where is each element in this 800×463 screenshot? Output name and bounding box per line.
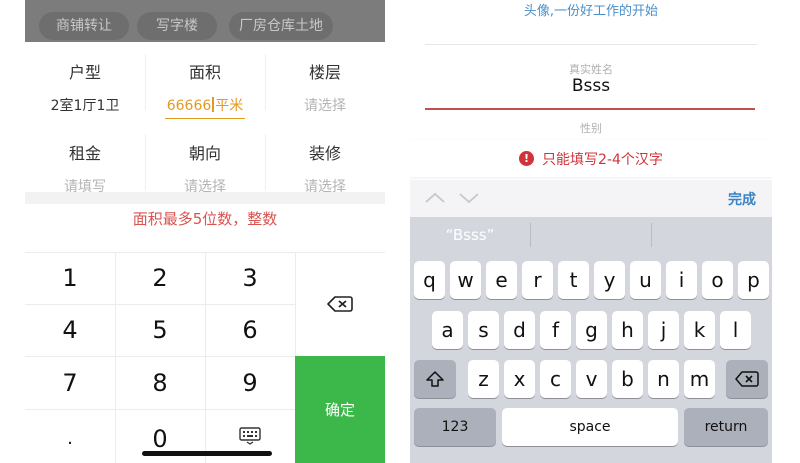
field-label: 装修: [308, 144, 341, 163]
home-indicator: [142, 451, 272, 456]
suggestion-item-empty[interactable]: [531, 217, 651, 253]
key-q[interactable]: q: [414, 261, 445, 299]
key-c[interactable]: c: [540, 360, 571, 398]
key-t[interactable]: t: [558, 261, 589, 299]
field-decoration[interactable]: 装修 请选择: [265, 140, 385, 196]
name-input[interactable]: Bsss: [410, 76, 772, 96]
right-phone-screen: 头像,一份好工作的开始 真实姓名 Bsss 性别 ! 只能填写2-4个汉字 完成…: [410, 0, 772, 463]
field-floor[interactable]: 楼层 请选择: [265, 59, 385, 115]
key-i[interactable]: i: [666, 261, 697, 299]
field-orientation[interactable]: 朝向 请选择: [145, 140, 265, 196]
avatar-hint-text: 头像,一份好工作的开始: [523, 4, 659, 19]
text-caret: [212, 97, 215, 112]
field-value: 2室1厅1卫: [50, 98, 120, 114]
area-error-message: 面积最多5位数，整数: [132, 210, 278, 228]
key-7[interactable]: 7: [25, 356, 115, 409]
area-input-value: 66666: [166, 98, 212, 114]
done-button[interactable]: 完成: [728, 189, 756, 209]
key-z[interactable]: z: [468, 360, 499, 398]
field-area[interactable]: 面积 66666 平米: [145, 59, 265, 119]
name-error-toast: ! 只能填写2-4个汉字: [410, 140, 772, 177]
key-j[interactable]: j: [648, 311, 679, 349]
field-label: 户型: [68, 63, 101, 82]
delete-key[interactable]: [726, 360, 768, 398]
key-f[interactable]: f: [540, 311, 571, 349]
divider: [425, 44, 757, 45]
area-unit: 平米: [215, 98, 244, 114]
error-icon: !: [519, 151, 535, 166]
delete-icon: [735, 371, 759, 387]
name-input-error-underline: [425, 108, 755, 110]
key-a[interactable]: a: [432, 311, 463, 349]
key-u[interactable]: u: [630, 261, 661, 299]
key-n[interactable]: n: [648, 360, 679, 398]
key-w[interactable]: w: [450, 261, 481, 299]
suggestion-item[interactable]: “Bsss”: [410, 217, 530, 253]
key-k[interactable]: k: [684, 311, 715, 349]
numbers-key[interactable]: 123: [414, 408, 496, 446]
section-gap: [25, 192, 385, 204]
key-d[interactable]: d: [504, 311, 535, 349]
key-1[interactable]: 1: [25, 252, 115, 304]
keyboard-accessory-bar: 完成: [410, 180, 772, 217]
key-g[interactable]: g: [576, 311, 607, 349]
name-field-label: 真实姓名: [569, 63, 613, 76]
chip-office[interactable]: 写字楼: [137, 12, 217, 40]
chevron-down-icon[interactable]: [458, 192, 480, 204]
key-2[interactable]: 2: [115, 252, 205, 304]
return-key[interactable]: return: [684, 408, 768, 446]
backspace-button[interactable]: [295, 252, 385, 356]
key-o[interactable]: o: [702, 261, 733, 299]
field-label: 朝向: [188, 144, 221, 163]
key-e[interactable]: e: [486, 261, 517, 299]
name-error-message: 只能填写2-4个汉字: [542, 151, 663, 168]
space-key[interactable]: space: [502, 408, 678, 446]
suggestion-item-empty[interactable]: [652, 217, 772, 253]
key-p[interactable]: p: [738, 261, 769, 299]
confirm-button[interactable]: 确定: [295, 356, 385, 463]
key-h[interactable]: h: [612, 311, 643, 349]
key-v[interactable]: v: [576, 360, 607, 398]
keyboard-icon: [239, 427, 261, 445]
key-4[interactable]: 4: [25, 304, 115, 356]
key-8[interactable]: 8: [115, 356, 205, 409]
key-b[interactable]: b: [612, 360, 643, 398]
key-6[interactable]: 6: [205, 304, 295, 356]
key-3[interactable]: 3: [205, 252, 295, 304]
category-chip-bar: 商铺转让 写字楼 厂房仓库土地: [25, 0, 385, 42]
ios-keyboard: “Bsss” q w e r t y u i o p a s d f g h j…: [410, 217, 772, 463]
gender-field-label[interactable]: 性别: [410, 120, 772, 136]
key-9[interactable]: 9: [205, 356, 295, 409]
numeric-keypad: 1 2 3 4 5 6 7 8 9 . 0 确定: [25, 252, 385, 463]
key-x[interactable]: x: [504, 360, 535, 398]
chevron-up-icon[interactable]: [424, 192, 446, 204]
key-l[interactable]: l: [720, 311, 751, 349]
key-y[interactable]: y: [594, 261, 625, 299]
shift-icon: [426, 371, 444, 387]
area-input[interactable]: 66666 平米: [164, 95, 246, 119]
field-rent[interactable]: 租金 请填写: [25, 140, 145, 196]
key-decimal[interactable]: .: [25, 414, 115, 463]
chip-shop-transfer[interactable]: 商铺转让: [39, 12, 129, 40]
field-layout[interactable]: 户型 2室1厅1卫: [25, 59, 145, 115]
key-m[interactable]: m: [684, 360, 715, 398]
key-5[interactable]: 5: [115, 304, 205, 356]
field-placeholder: 请选择: [304, 98, 346, 114]
chip-factory-warehouse-land[interactable]: 厂房仓库土地: [229, 12, 333, 40]
field-label: 租金: [68, 144, 101, 163]
shift-key[interactable]: [414, 360, 456, 398]
backspace-icon: [327, 296, 353, 312]
key-r[interactable]: r: [522, 261, 553, 299]
field-label: 面积: [188, 63, 221, 82]
key-s[interactable]: s: [468, 311, 499, 349]
left-phone-screen: 商铺转让 写字楼 厂房仓库土地 户型 2室1厅1卫 面积 66666 平米 楼层 …: [25, 0, 385, 463]
field-label: 楼层: [308, 63, 341, 82]
